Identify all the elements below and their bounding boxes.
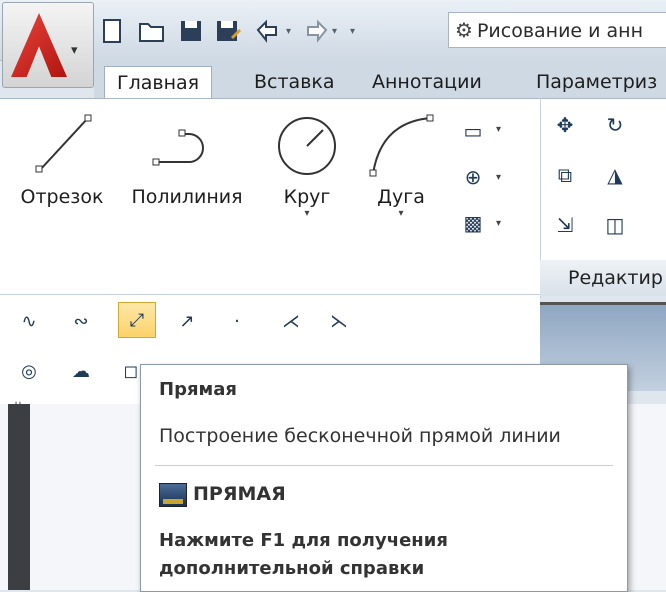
rectangle-icon[interactable]: ▭ [454, 114, 492, 148]
undo-dropdown-icon[interactable]: ▾ [286, 26, 291, 37]
circle-icon [278, 117, 336, 175]
circle-dropdown-icon[interactable]: ▾ [262, 208, 352, 219]
arc-dropdown-icon[interactable]: ▾ [356, 208, 446, 219]
rotate-icon[interactable]: ↻ [596, 108, 634, 142]
save-as-icon[interactable] [214, 18, 242, 50]
redo-dropdown-icon[interactable]: ▾ [332, 26, 337, 37]
revision-cloud-icon[interactable]: ☁ [62, 354, 100, 390]
tooltip-divider [155, 465, 613, 466]
redo-icon[interactable] [302, 18, 330, 50]
hatch-dropdown-icon[interactable]: ▾ [496, 218, 501, 229]
tooltip: Прямая Построение бесконечной прямой лин… [140, 364, 628, 592]
tooltip-title: Прямая [159, 379, 237, 400]
ellipse-icon[interactable]: ⊕ [454, 160, 492, 194]
chevron-down-icon: ▾ [71, 43, 78, 58]
polyline-icon [152, 129, 204, 166]
ray-icon[interactable]: ↗ [168, 304, 206, 340]
hatch-icon[interactable]: ▩ [454, 206, 492, 240]
tooltip-description: Построение бесконечной прямой линии [159, 425, 561, 447]
workspace-label: Рисование и анн [476, 20, 644, 42]
line-icon [35, 114, 92, 173]
move-icon[interactable]: ✥ [546, 108, 584, 142]
region-icon[interactable]: ◎ [10, 354, 48, 390]
construction-line-icon[interactable]: ⤢ [118, 302, 156, 338]
spline-fit-icon[interactable]: ∿ [10, 304, 48, 340]
tab-insert[interactable]: Вставка [242, 66, 347, 98]
line-tool-label: Отрезок [20, 186, 104, 208]
customize-dropdown-icon[interactable]: ▾ [350, 26, 355, 37]
stretch-icon[interactable]: ⇲ [546, 208, 584, 242]
open-icon[interactable] [138, 18, 166, 50]
ribbon-tabs: Главная Вставка Аннотации Параметриз [94, 60, 666, 99]
modify-panel-label[interactable]: Редактир [540, 260, 666, 296]
tooltip-help: Нажмите F1 для получения дополнительной … [159, 530, 448, 579]
line-tool-button[interactable]: Отрезок [12, 108, 112, 208]
autocad-logo-icon [11, 13, 67, 77]
tab-annotate[interactable]: Аннотации [360, 66, 494, 98]
divide-icon[interactable]: ⋌ [272, 304, 310, 340]
gear-icon: ⚙ [455, 18, 473, 42]
arc-tool-label: Дуга [377, 186, 425, 208]
copy-icon[interactable]: ⧉ [546, 158, 584, 192]
tab-home[interactable]: Главная [104, 66, 213, 99]
save-icon[interactable] [178, 18, 204, 50]
measure-icon[interactable]: ⋋ [320, 304, 358, 340]
spline-cv-icon[interactable]: ∾ [62, 304, 100, 340]
command-palette-bar [8, 404, 30, 590]
circle-tool-button[interactable]: Круг ▾ [262, 108, 352, 219]
command-line-icon [159, 483, 187, 507]
point-icon[interactable]: · [218, 304, 256, 340]
polyline-tool-label: Полилиния [131, 186, 243, 208]
application-menu-button[interactable]: ▾ [2, 2, 94, 88]
tooltip-command: ПРЯМАЯ [193, 483, 286, 505]
circle-tool-label: Круг [283, 186, 331, 208]
rectangle-dropdown-icon[interactable]: ▾ [496, 124, 501, 135]
polyline-tool-button[interactable]: Полилиния [122, 108, 252, 208]
ellipse-dropdown-icon[interactable]: ▾ [496, 172, 501, 183]
new-icon[interactable] [100, 18, 126, 50]
scale-icon[interactable]: ◫ [596, 208, 634, 242]
arc-tool-button[interactable]: Дуга ▾ [356, 108, 446, 219]
tab-parametric[interactable]: Параметриз [524, 66, 666, 98]
undo-icon[interactable] [254, 18, 282, 50]
mirror-icon[interactable]: ◮ [596, 158, 634, 192]
arc-icon [369, 114, 434, 177]
workspace-selector[interactable]: ⚙ Рисование и анн [448, 12, 666, 48]
